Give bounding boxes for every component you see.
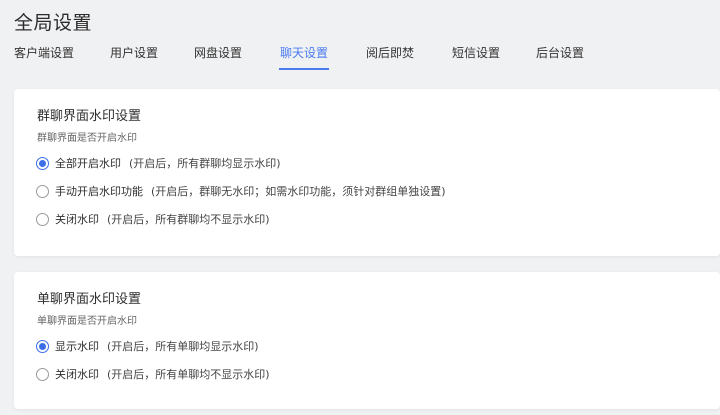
settings-tabs: 客户端设置 用户设置 网盘设置 聊天设置 阅后即焚 短信设置 后台设置 <box>0 44 720 72</box>
radio-unchecked-icon[interactable] <box>36 367 49 381</box>
single-watermark-title: 单聊界面水印设置 <box>37 292 142 307</box>
tab-user-settings[interactable]: 用户设置 <box>110 44 158 70</box>
group-option-off[interactable]: 关闭水印 (开启后，所有群聊均不显示水印) <box>36 211 270 227</box>
single-option-show[interactable]: 显示水印 (开启后，所有单聊均显示水印) <box>36 338 259 354</box>
option-description: (开启后，所有群聊均显示水印) <box>129 157 281 170</box>
option-description: (开启后，所有单聊均不显示水印) <box>107 368 270 381</box>
tab-client-settings[interactable]: 客户端设置 <box>14 44 74 70</box>
group-option-all-on[interactable]: 全部开启水印 (开启后，所有群聊均显示水印) <box>36 155 281 171</box>
group-watermark-subtitle: 群聊界面是否开启水印 <box>37 133 137 144</box>
page-title: 全局设置 <box>14 12 93 34</box>
option-description: (开启后，群聊无水印；如需水印功能，须针对群组单独设置) <box>151 185 446 198</box>
tab-admin-settings[interactable]: 后台设置 <box>536 44 584 70</box>
radio-checked-icon[interactable] <box>36 156 49 170</box>
option-description: (开启后，所有单聊均显示水印) <box>107 340 259 353</box>
option-label: 全部开启水印 <box>55 157 121 170</box>
radio-unchecked-icon[interactable] <box>36 184 49 198</box>
global-settings-page: 全局设置 客户端设置 用户设置 网盘设置 聊天设置 阅后即焚 短信设置 后台设置… <box>0 0 720 415</box>
tab-netdisk-settings[interactable]: 网盘设置 <box>194 44 242 70</box>
single-watermark-subtitle: 单聊界面是否开启水印 <box>37 316 137 327</box>
group-watermark-card: 群聊界面水印设置 群聊界面是否开启水印 全部开启水印 (开启后，所有群聊均显示水… <box>14 89 720 256</box>
radio-unchecked-icon[interactable] <box>36 212 49 226</box>
radio-checked-icon[interactable] <box>36 339 49 353</box>
tab-sms-settings[interactable]: 短信设置 <box>452 44 500 70</box>
option-description: (开启后，所有群聊均不显示水印) <box>107 213 270 226</box>
option-label: 显示水印 <box>55 340 99 353</box>
option-label: 关闭水印 <box>55 368 99 381</box>
group-option-manual[interactable]: 手动开启水印功能 (开启后，群聊无水印；如需水印功能，须针对群组单独设置) <box>36 183 446 199</box>
group-watermark-title: 群聊界面水印设置 <box>37 109 142 124</box>
option-label: 关闭水印 <box>55 213 99 226</box>
single-watermark-card: 单聊界面水印设置 单聊界面是否开启水印 显示水印 (开启后，所有单聊均显示水印)… <box>14 272 720 409</box>
option-label: 手动开启水印功能 <box>55 185 143 198</box>
single-option-off[interactable]: 关闭水印 (开启后，所有单聊均不显示水印) <box>36 366 270 382</box>
tab-chat-settings[interactable]: 聊天设置 <box>278 44 330 70</box>
tab-burn-after-reading[interactable]: 阅后即焚 <box>366 44 414 70</box>
